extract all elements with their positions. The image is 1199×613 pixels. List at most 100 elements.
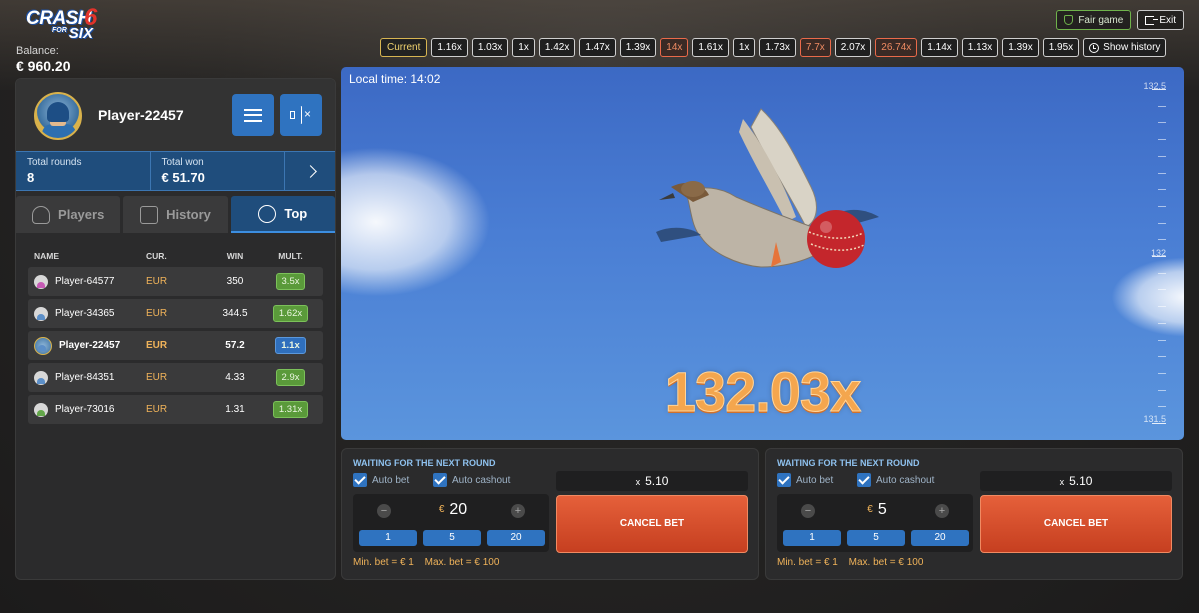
row-player: Player-73016 <box>34 402 146 417</box>
history-chip[interactable]: 1x <box>732 38 756 57</box>
checkbox-checked-icon <box>433 473 447 487</box>
show-history-button[interactable]: Show history <box>1083 38 1167 57</box>
history-chip[interactable]: 1.39x <box>1002 38 1039 57</box>
bet-status: WAITING FOR THE NEXT ROUND <box>353 458 496 468</box>
total-rounds-label: Total rounds <box>27 157 82 168</box>
row-multiplier: 1.62x <box>264 305 317 322</box>
checkbox-checked-icon <box>353 473 367 487</box>
history-chip[interactable]: 1.39x <box>619 38 657 57</box>
cancel-bet-button[interactable]: CANCEL BET <box>556 495 748 553</box>
auto-cashout-value: 5.10 <box>645 474 669 488</box>
table-header: NAME CUR. WIN MULT. <box>28 245 323 267</box>
row-player: Player-22457 <box>34 336 146 355</box>
history-chip[interactable]: 1.14x <box>921 38 958 57</box>
scale-tick <box>1158 356 1166 358</box>
fair-game-button[interactable]: Fair game <box>1056 10 1132 30</box>
player-stats: Total rounds 8 Total won € 51.70 <box>16 151 335 191</box>
currency-symbol: € <box>438 504 445 515</box>
increase-button[interactable]: + <box>511 504 525 518</box>
scale-label-top: 132.5 <box>1143 81 1166 91</box>
history-chip[interactable]: 1.73x <box>759 38 796 57</box>
bet-panel-1: WAITING FOR THE NEXT ROUND Auto bet Auto… <box>341 448 759 580</box>
quick-bet-20-button[interactable]: 20 <box>911 530 969 546</box>
total-rounds-value: 8 <box>27 170 35 185</box>
auto-bet-checkbox[interactable]: Auto bet <box>777 473 833 487</box>
checkbox-checked-icon <box>857 473 871 487</box>
tab-history[interactable]: History <box>123 196 228 233</box>
row-player: Player-84351 <box>34 370 146 385</box>
scale-tick <box>1158 139 1166 141</box>
exit-icon <box>1145 15 1159 25</box>
multiplier-badge: 1.1x <box>275 337 306 354</box>
hamburger-icon <box>244 108 262 122</box>
currency-symbol: € <box>867 504 873 515</box>
tab-players[interactable]: Players <box>16 196 121 233</box>
checkbox-checked-icon <box>777 473 791 487</box>
balance-label: Balance: <box>16 45 59 57</box>
history-chip[interactable]: 1.03x <box>471 38 509 57</box>
history-chip[interactable]: 7.7x <box>799 38 831 57</box>
menu-button[interactable] <box>232 94 274 136</box>
history-chip[interactable]: 1.13x <box>961 38 999 57</box>
history-chip[interactable]: 14x <box>660 38 689 57</box>
scale-tick <box>1158 322 1166 324</box>
player-avatar-icon <box>34 306 48 321</box>
history-chip[interactable]: 1.47x <box>579 38 616 57</box>
scale-tick <box>1158 205 1166 207</box>
quick-bet-1-button[interactable]: 1 <box>783 530 841 546</box>
tab-top[interactable]: Top <box>230 196 335 233</box>
total-rounds-stat: Total rounds 8 <box>16 152 151 190</box>
exit-label: Exit <box>1159 14 1176 26</box>
history-chip[interactable]: 1.61x <box>692 38 729 57</box>
quick-bet-5-button[interactable]: 5 <box>847 530 905 546</box>
left-panel: Player-22457 × Total rounds 8 Total won … <box>15 78 336 580</box>
row-player: Player-64577 <box>34 274 146 289</box>
history-chip[interactable]: 1.95x <box>1042 38 1080 57</box>
row-win: 1.31 <box>225 404 245 415</box>
row-win: 344.5 <box>222 308 248 319</box>
history-chip[interactable]: 1x <box>512 38 535 57</box>
history-current-chip[interactable]: Current <box>380 38 428 57</box>
balance-value: € 960.20 <box>16 58 71 74</box>
auto-cashout-field[interactable]: x 5.10 <box>980 471 1172 491</box>
row-multiplier: 1.31x <box>264 401 317 418</box>
auto-cashout-label: Auto cashout <box>452 474 511 486</box>
exit-button[interactable]: Exit <box>1137 10 1184 30</box>
stats-expand-button[interactable] <box>285 152 335 190</box>
tab-bar: Players History Top <box>16 191 335 235</box>
increase-button[interactable]: + <box>935 504 949 518</box>
auto-cashout-field[interactable]: x 5.10 <box>556 471 748 491</box>
auto-bet-checkbox[interactable]: Auto bet <box>353 473 409 487</box>
cancel-bet-button[interactable]: CANCEL BET <box>980 495 1172 553</box>
row-currency: EUR <box>146 276 168 287</box>
auto-cashout-checkbox[interactable]: Auto cashout <box>433 473 510 487</box>
multiplier-badge: 3.5x <box>275 273 306 290</box>
row-player-name: Player-64577 <box>55 276 115 287</box>
history-chip[interactable]: 1.16x <box>431 38 468 57</box>
auto-bet-label: Auto bet <box>372 474 410 486</box>
player-avatar-icon <box>34 336 52 355</box>
min-bet: Min. bet = € 1 <box>777 557 838 568</box>
mute-button[interactable]: × <box>280 94 322 136</box>
decrease-button[interactable]: − <box>377 504 391 518</box>
top-right-actions: Fair game Exit <box>1056 10 1184 30</box>
row-player-name: Player-73016 <box>55 404 115 415</box>
bet-amount-value: 20 <box>449 501 468 518</box>
header-multiplier: MULT. <box>278 251 303 261</box>
quick-bet-20-button[interactable]: 20 <box>487 530 545 546</box>
bet-amount[interactable]: €5 <box>847 501 907 519</box>
bet-amount[interactable]: €20 <box>423 501 483 519</box>
speaker-muted-icon: × <box>290 106 312 124</box>
history-chip[interactable]: 26.74x <box>875 38 918 57</box>
row-currency: EUR <box>146 404 168 415</box>
scale-label-mid: 132 <box>1150 248 1166 258</box>
player-avatar-icon <box>34 402 48 417</box>
table-row: Player-34365 EUR 344.5 1.62x <box>28 299 323 328</box>
quick-bet-1-button[interactable]: 1 <box>359 530 417 546</box>
quick-bet-5-button[interactable]: 5 <box>423 530 481 546</box>
decrease-button[interactable]: − <box>801 504 815 518</box>
auto-cashout-checkbox[interactable]: Auto cashout <box>857 473 934 487</box>
history-chip[interactable]: 2.07x <box>834 38 872 57</box>
history-chip[interactable]: 1.42x <box>538 38 576 57</box>
shield-icon <box>1064 15 1074 25</box>
